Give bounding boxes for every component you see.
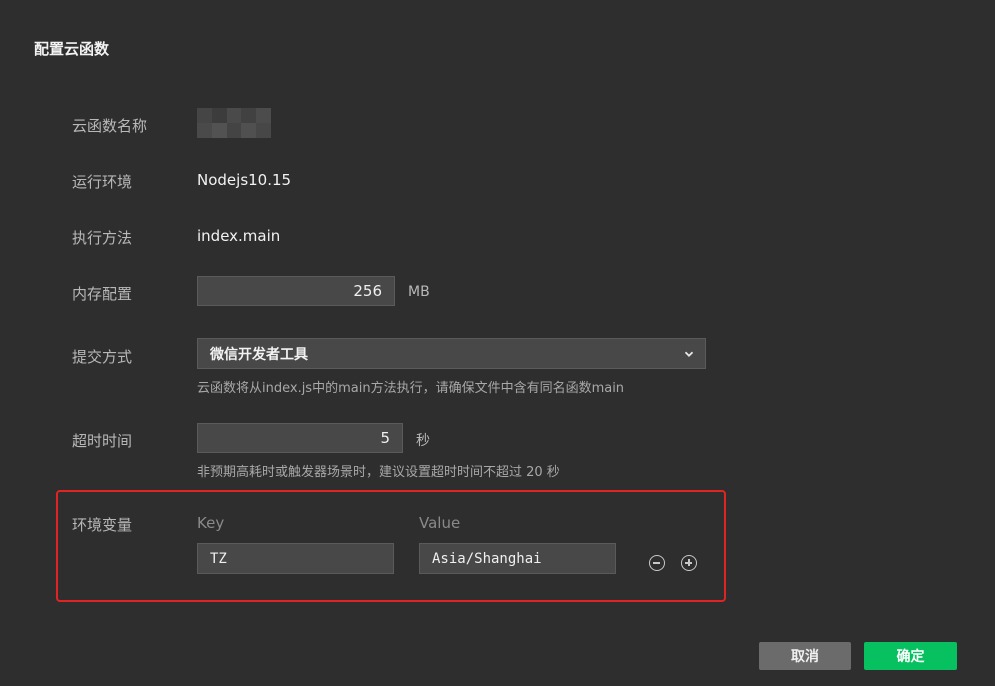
env-value-input[interactable]: Asia/Shanghai: [419, 543, 616, 574]
memory-input[interactable]: 256: [197, 276, 395, 306]
submit-method-select[interactable]: 微信开发者工具: [197, 338, 706, 369]
minus-circle-icon[interactable]: [649, 555, 665, 571]
submit-method-selected: 微信开发者工具: [210, 346, 308, 363]
submit-method-label: 提交方式: [72, 348, 133, 366]
runtime-value: Nodejs10.15: [197, 171, 292, 189]
memory-unit: MB: [408, 284, 430, 300]
key-column-header: Key: [197, 514, 225, 532]
timeout-unit: 秒: [416, 433, 430, 449]
runtime-label: 运行环境: [72, 173, 133, 191]
dialog-title: 配置云函数: [34, 40, 110, 58]
env-vars-label: 环境变量: [72, 516, 133, 534]
value-column-header: Value: [419, 514, 461, 532]
cancel-button[interactable]: 取消: [759, 642, 851, 670]
env-key-input[interactable]: TZ: [197, 543, 394, 574]
timeout-input[interactable]: 5: [197, 423, 403, 453]
timeout-label: 超时时间: [72, 432, 133, 450]
handler-label: 执行方法: [72, 229, 133, 247]
submit-method-hint: 云函数将从index.js中的main方法执行，请确保文件中含有同名函数main: [197, 381, 625, 396]
chevron-down-icon: [683, 348, 695, 360]
memory-label: 内存配置: [72, 285, 133, 303]
handler-value: index.main: [197, 227, 281, 245]
function-name-label: 云函数名称: [72, 117, 148, 135]
plus-circle-icon[interactable]: [681, 555, 697, 571]
confirm-button[interactable]: 确定: [864, 642, 957, 670]
function-name-value-redacted: [197, 108, 271, 138]
timeout-hint: 非预期高耗时或触发器场景时，建议设置超时时间不超过 20 秒: [197, 465, 560, 480]
